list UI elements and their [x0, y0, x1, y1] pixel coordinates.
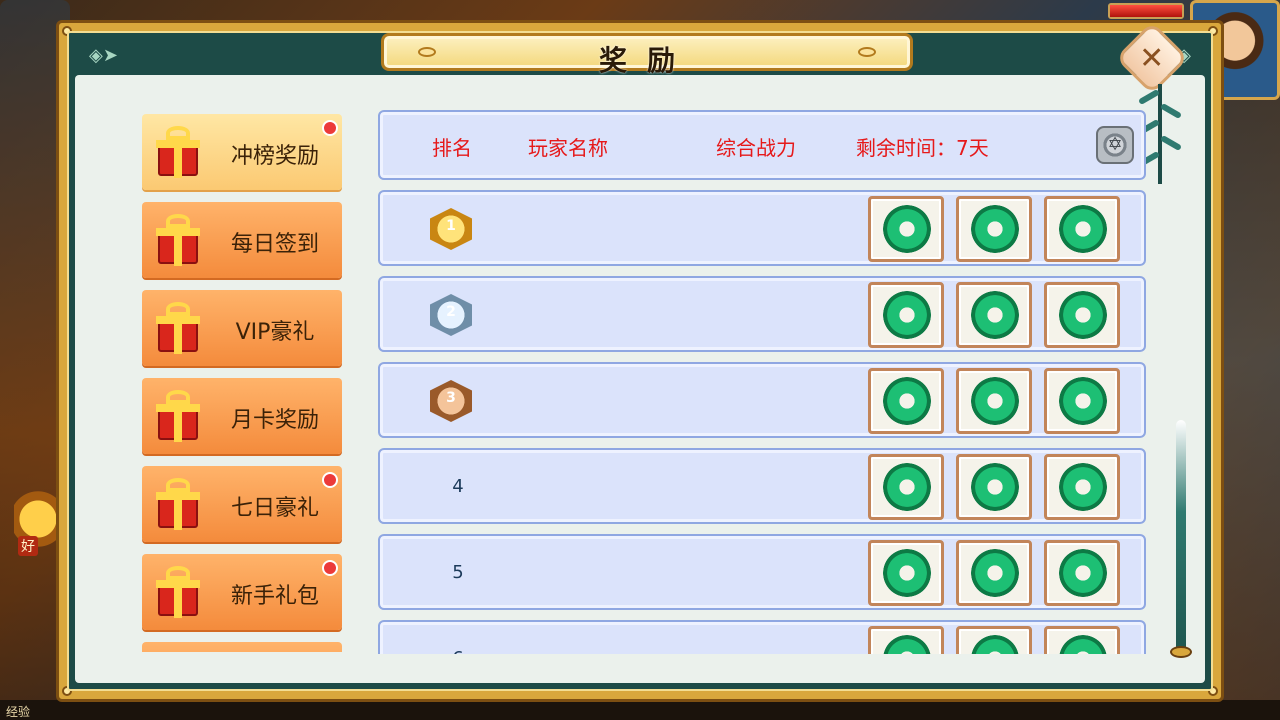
jade-ring-icon [1059, 205, 1107, 253]
reward-item-jade-ring[interactable] [956, 368, 1032, 434]
header-player-name: 玩家名称 [528, 136, 608, 160]
reward-item-jade-ring[interactable] [1044, 454, 1120, 520]
bronze-medal-icon: 3 [430, 380, 472, 422]
table-row: 5 [378, 534, 1146, 610]
gift-box-icon [154, 390, 202, 442]
menu-item-monthly-card[interactable]: 月卡奖励 [142, 378, 342, 454]
menu-item-label: 每日签到 [230, 232, 319, 257]
reward-item-jade-ring[interactable] [868, 540, 944, 606]
title-plate: 奖励 [381, 33, 913, 77]
menu-item-newbie-pack[interactable]: 新手礼包 [142, 554, 342, 630]
table-row: 2 [378, 276, 1146, 352]
close-x-icon: ✕ [1139, 40, 1165, 76]
menu-item-label: VIP豪礼 [235, 320, 315, 345]
header-remaining-time: 剩余时间：7天 [856, 136, 989, 160]
hp-bar [1108, 3, 1184, 19]
jade-ring-icon [1059, 377, 1107, 425]
reward-item-jade-ring[interactable] [956, 626, 1032, 654]
jade-ring-icon [971, 549, 1019, 597]
menu-item-label: 新手礼包 [230, 584, 319, 609]
jade-ring-icon [971, 205, 1019, 253]
notification-dot [322, 560, 338, 576]
reward-item-jade-ring[interactable] [1044, 626, 1120, 654]
rank-number: 5 [452, 562, 464, 583]
menu-item-daily-signin[interactable]: 每日签到 [142, 202, 342, 278]
menu-item-vip-gift[interactable]: VIP豪礼 [142, 290, 342, 366]
window-title: 奖励 [598, 44, 695, 77]
jade-ring-icon [1059, 635, 1107, 654]
header-rank: 排名 [432, 136, 472, 160]
reward-item-jade-ring[interactable] [1044, 368, 1120, 434]
menu-item-label: 七日豪礼 [230, 496, 319, 521]
silver-medal-icon: 2 [430, 294, 472, 336]
reward-item-jade-ring[interactable] [1044, 540, 1120, 606]
table-scrollbar[interactable] [1168, 420, 1194, 660]
header-ornament-icon: ◈➤ [89, 45, 118, 66]
table-row: 4 [378, 448, 1146, 524]
bottom-exp-bar [0, 700, 1280, 720]
side-badge-label: 好 [18, 536, 38, 556]
gift-box-icon [154, 214, 202, 266]
table-row: 6 [378, 620, 1146, 654]
gift-box-icon [154, 566, 202, 618]
gold-medal-icon: 1 [430, 208, 472, 250]
jade-ring-icon [971, 291, 1019, 339]
menu-item-seven-day-gift[interactable]: 七日豪礼 [142, 466, 342, 542]
side-activity-badge[interactable]: 好 [14, 480, 62, 558]
scrollbar-blade[interactable] [1176, 420, 1186, 650]
jade-ring-icon [883, 463, 931, 511]
reward-item-jade-ring[interactable] [1044, 196, 1120, 262]
table-row: 3 [378, 362, 1146, 438]
reward-item-jade-ring[interactable] [956, 282, 1032, 348]
menu-item-label: 冲榜奖励 [230, 144, 319, 169]
jade-ring-icon [1059, 549, 1107, 597]
jade-ring-icon [883, 635, 931, 654]
notification-dot [322, 120, 338, 136]
scrollbar-knob[interactable] [1170, 646, 1192, 658]
reward-item-jade-ring[interactable] [868, 626, 944, 654]
jade-ring-icon [971, 635, 1019, 654]
reward-item-jade-ring[interactable] [868, 196, 944, 262]
help-icon[interactable]: ✡ [1096, 126, 1134, 164]
jade-ring-icon [883, 377, 931, 425]
reward-item-jade-ring[interactable] [956, 540, 1032, 606]
reward-item-jade-ring[interactable] [868, 282, 944, 348]
gift-box-icon [154, 126, 202, 178]
jade-ring-icon [971, 463, 1019, 511]
rank-number: 6 [448, 648, 468, 654]
gift-box-icon [154, 302, 202, 354]
table-row: 1 [378, 190, 1146, 266]
header-power: 综合战力 [716, 136, 796, 160]
reward-item-jade-ring[interactable] [868, 454, 944, 520]
jade-ring-icon [883, 291, 931, 339]
reward-item-jade-ring[interactable] [868, 368, 944, 434]
jade-ring-icon [1059, 291, 1107, 339]
reward-item-jade-ring[interactable] [956, 196, 1032, 262]
reward-item-jade-ring[interactable] [1044, 282, 1120, 348]
jade-ring-icon [883, 205, 931, 253]
jade-ring-icon [971, 377, 1019, 425]
menu-item-partial[interactable] [142, 642, 342, 652]
reward-category-menu: 冲榜奖励 每日签到 VIP豪礼 月卡奖励 七日豪礼 新手礼包 [142, 112, 342, 652]
menu-item-label: 月卡奖励 [230, 408, 319, 433]
table-header: 排名 玩家名称 综合战力 剩余时间：7天 ✡ [378, 110, 1146, 180]
ranking-table: 排名 玩家名称 综合战力 剩余时间：7天 ✡ 1 2 3 4 5 6 [378, 110, 1146, 654]
jade-ring-icon [883, 549, 931, 597]
jade-ring-icon [1059, 463, 1107, 511]
rank-number: 4 [452, 476, 464, 497]
reward-item-jade-ring[interactable] [956, 454, 1032, 520]
exp-label: 经验 [6, 705, 31, 719]
menu-item-ranking-reward[interactable]: 冲榜奖励 [142, 114, 342, 190]
notification-dot [322, 472, 338, 488]
gift-box-icon [154, 478, 202, 530]
